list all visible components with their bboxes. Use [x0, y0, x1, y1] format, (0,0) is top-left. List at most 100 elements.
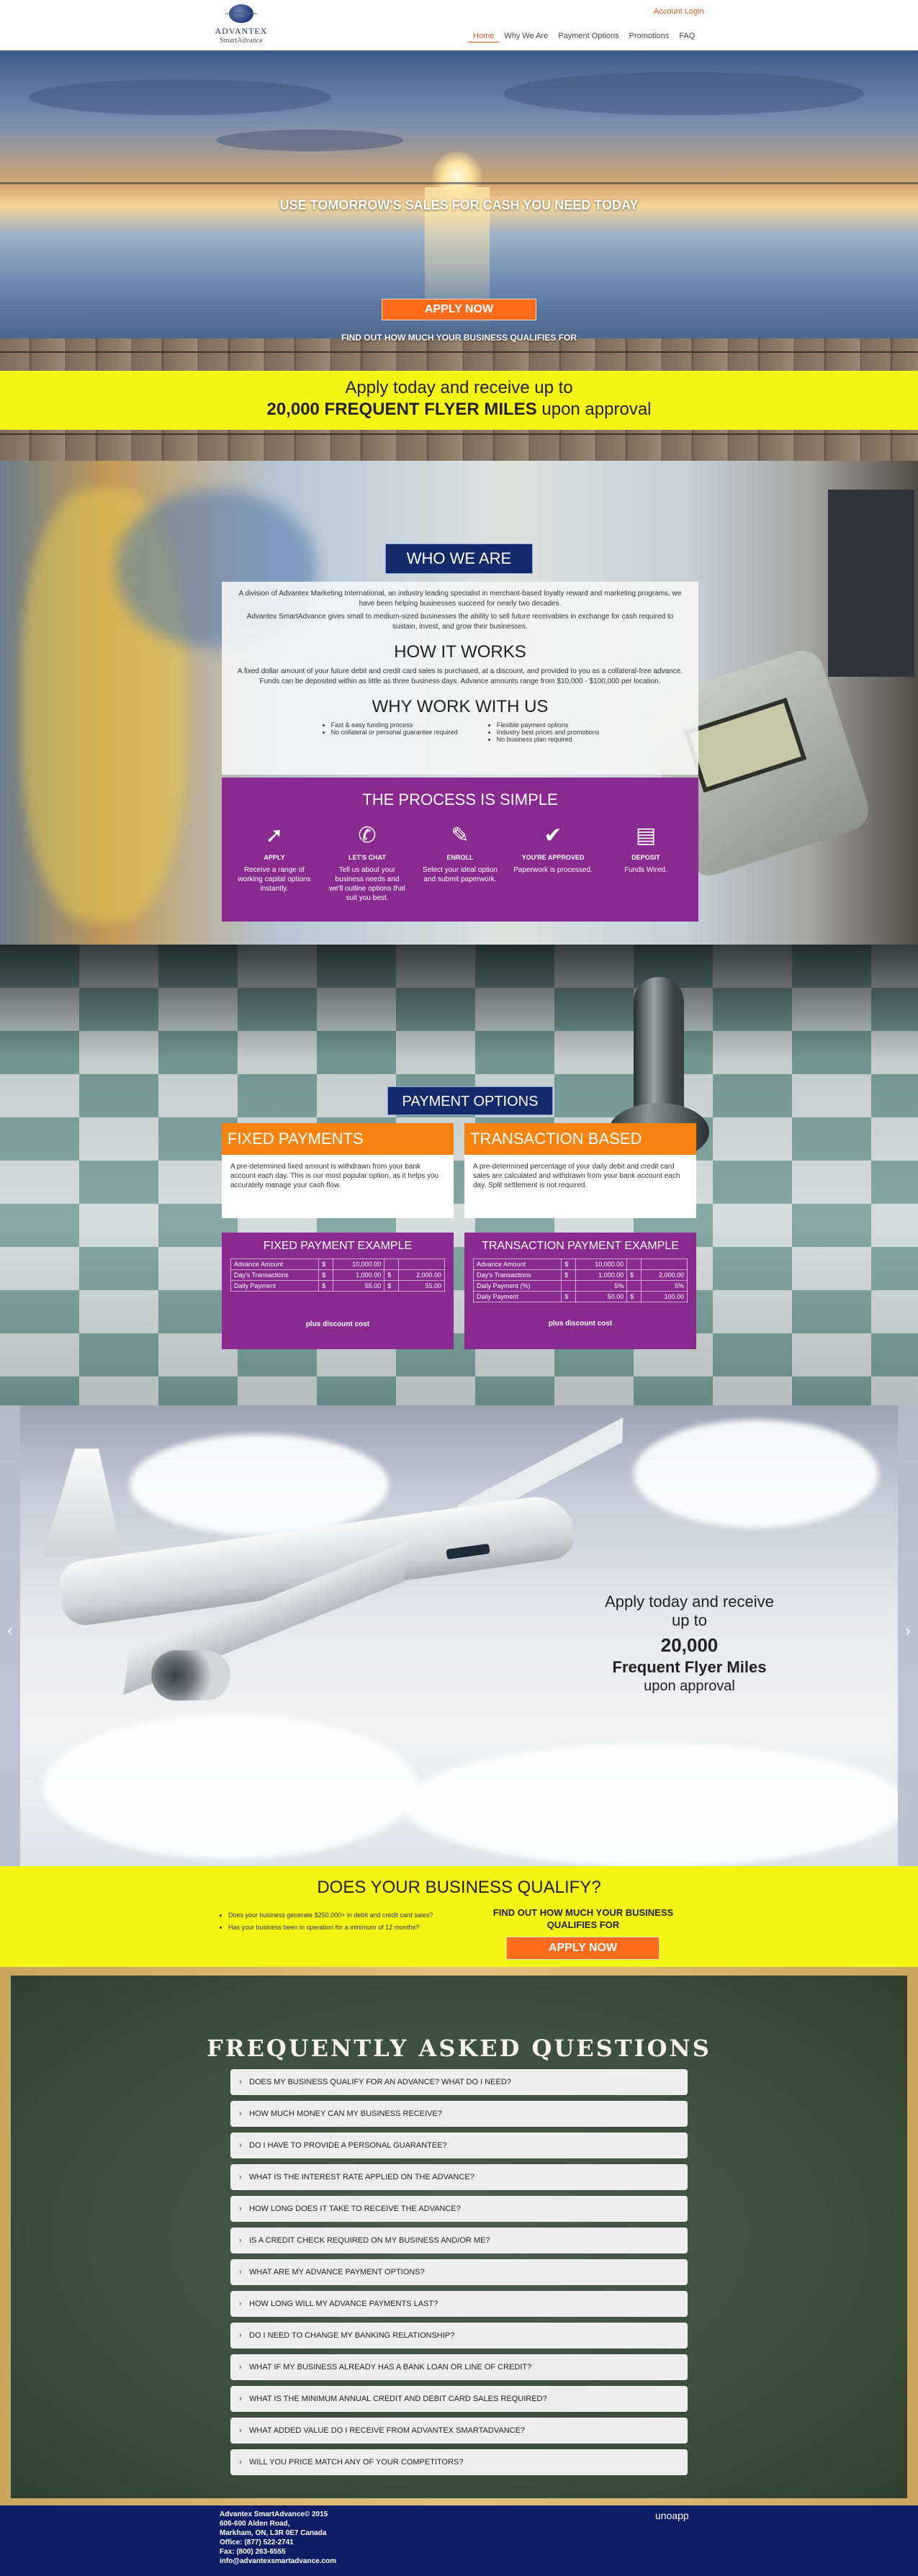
slide-line-3: Frequent Flyer Miles [612, 1658, 767, 1676]
slide-line-2: 20,000 [660, 1634, 719, 1656]
chevron-right-icon: › [239, 2109, 242, 2118]
table-cell: $ [318, 1280, 334, 1292]
faq-list: › DOES MY BUSINESS QUALIFY FOR AN ADVANCE… [230, 2069, 688, 2481]
nav-why-we-are[interactable]: Why We Are [499, 32, 553, 42]
process-step-apply: ➚ APPLY Receive a range of working capit… [235, 821, 314, 903]
logo-name: ADVANTEX [215, 26, 268, 36]
faq-item[interactable]: › HOW LONG WILL MY ADVANCE PAYMENTS LAST? [230, 2291, 688, 2317]
slider-next-area[interactable]: › [898, 1405, 918, 1866]
faq-question: WHAT IS THE INTEREST RATE APPLIED ON THE… [249, 2173, 474, 2181]
why-list-right: Flexible payment options Industry best p… [487, 721, 600, 743]
footer-copyright: Advantex SmartAdvance© 2015 [220, 2510, 328, 2518]
chevron-right-icon: › [239, 2395, 242, 2403]
faq-item[interactable]: › WHAT IS THE INTEREST RATE APPLIED ON TH… [230, 2164, 688, 2190]
account-login-link[interactable]: Account Login [654, 7, 704, 16]
faq-question: HOW LONG WILL MY ADVANCE PAYMENTS LAST? [249, 2300, 438, 2308]
qualify-item: Does your business generate $250,000+ in… [228, 1909, 433, 1922]
chalkboard: FREQUENTLY ASKED QUESTIONS › DOES MY BUSI… [11, 1976, 907, 2498]
process-panel: THE PROCESS IS SIMPLE ➚ APPLY Receive a … [222, 778, 698, 922]
why-work-heading: WHY WORK WITH US [372, 697, 549, 716]
table-cell: $ [626, 1269, 642, 1281]
unoapp-logo[interactable]: unoapp [655, 2510, 689, 2521]
site-header: ADVANTEX SmartAdvance Account Login Home… [0, 0, 918, 50]
fixed-example-table: Advance Amount $ 10,000.00 Day's Transac… [230, 1258, 445, 1292]
table-cell: 1,000.00 [575, 1269, 628, 1281]
advantex-logo[interactable]: ADVANTEX SmartAdvance [209, 4, 274, 48]
step-desc: Select your ideal option and submit pape… [423, 866, 498, 883]
monitor-image [828, 490, 914, 677]
faq-item[interactable]: › DOES MY BUSINESS QUALIFY FOR AN ADVANCE… [230, 2069, 688, 2095]
chevron-right-icon: › [239, 2363, 242, 2372]
transaction-example-table: Advance Amount $ 10,000.00 Day's Transac… [472, 1258, 688, 1302]
table-cell: Daily Payment [230, 1280, 320, 1292]
chevron-left-icon[interactable]: ‹ [0, 1621, 20, 1640]
faq-question: WHAT ADDED VALUE DO I RECEIVE FROM ADVAN… [249, 2426, 526, 2435]
qualify-callout: FIND OUT HOW MUCH YOUR BUSINESS QUALIFIE… [492, 1907, 674, 1930]
table-cell: 5% [575, 1280, 628, 1292]
table-cell [561, 1280, 577, 1292]
step-label: YOU'RE APPROVED [521, 854, 585, 861]
who-para-2: Advantex SmartAdvance gives small to med… [246, 613, 674, 631]
qualify-apply-now-button[interactable]: APPLY NOW [506, 1937, 660, 1960]
slider-prev-area[interactable]: ‹ [0, 1405, 20, 1866]
promo-line-1: Apply today and receive up to [345, 378, 573, 397]
faq-item[interactable]: › WHAT ARE MY ADVANCE PAYMENT OPTIONS? [230, 2259, 688, 2285]
chevron-right-icon: › [239, 2141, 242, 2150]
table-cell: $ [561, 1269, 577, 1281]
chevron-right-icon: › [239, 2300, 242, 2308]
step-desc: Receive a range of working capital optio… [238, 866, 311, 893]
process-step-approved: ✔ YOU'RE APPROVED Paperwork is processed… [513, 821, 593, 903]
nav-payment-options[interactable]: Payment Options [553, 32, 624, 42]
nav-faq[interactable]: FAQ [674, 32, 700, 42]
table-cell [626, 1258, 642, 1270]
footer-email-link[interactable]: info@advantexsmartadvance.com [220, 2557, 336, 2565]
faq-item[interactable]: › WHAT IF MY BUSINESS ALREADY HAS A BANK … [230, 2354, 688, 2380]
faq-question: WHAT ARE MY ADVANCE PAYMENT OPTIONS? [249, 2268, 425, 2276]
table-cell: $ [318, 1258, 334, 1270]
process-steps: ➚ APPLY Receive a range of working capit… [235, 821, 685, 903]
checkmark-icon: ✔ [544, 824, 562, 847]
cloud-image [403, 1744, 907, 1866]
hero-title: USE TOMORROW'S SALES FOR CASH YOU NEED T… [279, 198, 639, 212]
apply-now-button[interactable]: APPLY NOW [382, 299, 536, 320]
step-desc: Paperwork is processed. [513, 866, 593, 874]
faq-question: IS A CREDIT CHECK REQUIRED ON MY BUSINES… [249, 2236, 490, 2245]
faq-question: WILL YOU PRICE MATCH ANY OF YOUR COMPETI… [249, 2458, 464, 2467]
fixed-payments-heading: FIXED PAYMENTS [222, 1123, 454, 1155]
cloud-image [130, 1434, 389, 1535]
table-cell: 100.00 [641, 1291, 688, 1302]
chevron-right-icon: › [239, 2173, 242, 2181]
payment-options-title: PAYMENT OPTIONS [387, 1086, 553, 1115]
fixed-payments-text: A pre-determined fixed amount is withdra… [222, 1155, 454, 1218]
slide-caption: Apply today and receive up to 20,000 Fre… [598, 1593, 781, 1695]
table-row: Advance Amount $ 10,000.00 [230, 1258, 445, 1270]
pen-icon: ✎ [451, 824, 469, 847]
faq-item[interactable]: › IS A CREDIT CHECK REQUIRED ON MY BUSINE… [230, 2228, 688, 2253]
cursor-icon: ➚ [265, 824, 284, 847]
slide-line-1: Apply today and receive up to [605, 1593, 774, 1629]
faq-item[interactable]: › HOW LONG DOES IT TAKE TO RECEIVE THE AD… [230, 2196, 688, 2222]
faq-question: DOES MY BUSINESS QUALIFY FOR AN ADVANCE?… [249, 2078, 511, 2086]
footer-address-2: Markham, ON, L3R 0E7 Canada [220, 2529, 327, 2537]
nav-promotions[interactable]: Promotions [624, 32, 675, 42]
faq-item[interactable]: › HOW MUCH MONEY CAN MY BUSINESS RECEIVE? [230, 2101, 688, 2127]
faq-item[interactable]: › WHAT ADDED VALUE DO I RECEIVE FROM ADVA… [230, 2418, 688, 2444]
table-cell: Daily Payment [472, 1291, 562, 1302]
faq-item[interactable]: › WHAT IS THE MINIMUM ANNUAL CREDIT AND D… [230, 2386, 688, 2412]
faq-item[interactable]: › WILL YOU PRICE MATCH ANY OF YOUR COMPET… [230, 2449, 688, 2475]
why-item: Fast & easy funding process [331, 721, 458, 729]
process-step-deposit: ▤ DEPOSIT Funds Wired. [606, 821, 685, 903]
hero-subtitle: FIND OUT HOW MUCH YOUR BUSINESS QUALIFIE… [341, 333, 577, 343]
payment-options-section: PAYMENT OPTIONS FIXED PAYMENTS A pre-det… [0, 945, 918, 1405]
chess-piece-image [634, 977, 684, 1121]
table-cell: 2,000.00 [641, 1269, 688, 1281]
faq-item[interactable]: › DO I HAVE TO PROVIDE A PERSONAL GUARANT… [230, 2133, 688, 2158]
chevron-right-icon[interactable]: › [898, 1621, 918, 1640]
nav-home[interactable]: Home [468, 32, 500, 42]
why-item: No collateral or personal guarantee requ… [331, 729, 458, 736]
faq-item[interactable]: › DO I NEED TO CHANGE MY BANKING RELATION… [230, 2323, 688, 2348]
table-row: Daily Payment $ 55.00 $ 55.00 [230, 1280, 445, 1292]
table-cell [384, 1258, 400, 1270]
step-label: LET'S CHAT [348, 854, 386, 861]
faq-question: DO I NEED TO CHANGE MY BANKING RELATIONS… [249, 2331, 455, 2340]
